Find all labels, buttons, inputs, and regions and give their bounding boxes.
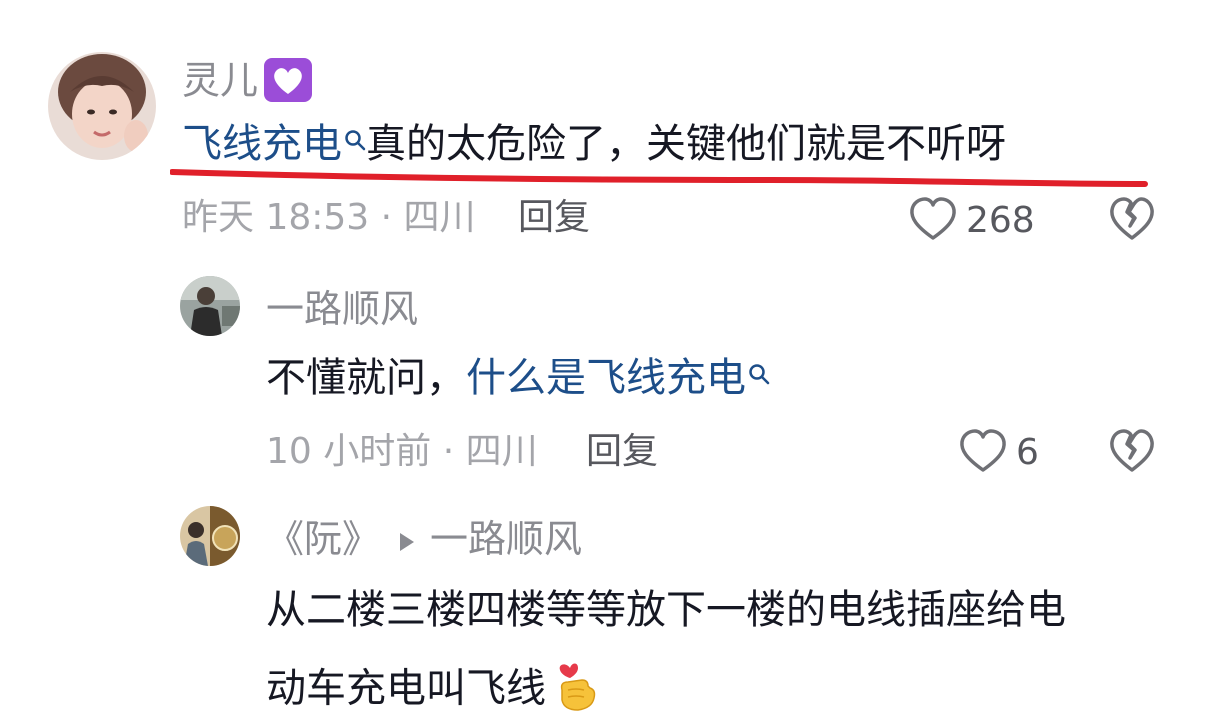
search-link[interactable]: 什么是飞线充电 [466,355,770,401]
play-arrow-icon [398,521,416,559]
avatar[interactable] [48,52,156,160]
like-count: 268 [966,200,1035,241]
comment-text: 不懂就问，什么是飞线充电 [266,358,770,398]
search-link[interactable]: 飞线充电 [182,121,366,167]
username[interactable]: 一路顺风 [266,290,418,328]
username-text: 灵儿 [182,58,259,103]
reply-header: 《阮》 一路顺风 [266,520,582,563]
like-button[interactable]: 6 [958,428,1039,478]
purple-heart-icon [264,58,313,108]
search-icon [344,118,366,158]
comment-meta: 昨天 18:53 · 四川 [182,197,476,238]
like-button[interactable]: 268 [908,196,1035,246]
reply-comment-item: 一路顺风 不懂就问，什么是飞线充电 10 小时前 · 四川 回复 6 [0,260,1206,490]
reply-button[interactable]: 回复 [586,434,658,470]
dislike-button[interactable] [1108,428,1156,478]
comment-text-line-2-text: 动车充电叫飞线 [266,665,546,712]
avatar[interactable] [180,506,240,566]
comment-text: 飞线充电 真的太危险了，关键他们就是不听呀 [182,124,1006,164]
comment-item: 灵儿 飞线充电 真的太危险了，关键他们就是不听呀 昨天 18:53 · 四川 回… [0,0,1206,250]
red-underline-annotation [170,169,1148,187]
dislike-button[interactable] [1108,196,1156,246]
search-icon [748,352,770,392]
username[interactable]: 《阮》 [266,517,380,561]
broken-heart-icon [1108,197,1156,246]
comment-text-plain: 不懂就问， [266,355,466,401]
comment-text-rest: 真的太危险了，关键他们就是不听呀 [366,121,1006,167]
like-count: 6 [1016,432,1039,473]
avatar[interactable] [180,276,240,336]
reply-button[interactable]: 回复 [518,200,590,236]
broken-heart-icon [1108,429,1156,478]
reply-comment-item: 《阮》 一路顺风 从二楼三楼四楼等等放下一楼的电线插座给电 动车充电叫飞线 [0,500,1206,719]
username[interactable]: 灵儿 [182,58,313,108]
finger-heart-emoji-icon [554,660,600,721]
comment-text-line-1: 从二楼三楼四楼等等放下一楼的电线插座给电 [266,587,1066,633]
reply-to-username[interactable]: 一路顺风 [430,517,582,561]
heart-outline-icon [958,428,1008,478]
comment-meta: 10 小时前 · 四川 [266,431,538,472]
comment-text-line-2: 动车充电叫飞线 [266,660,600,721]
heart-outline-icon [908,196,958,246]
